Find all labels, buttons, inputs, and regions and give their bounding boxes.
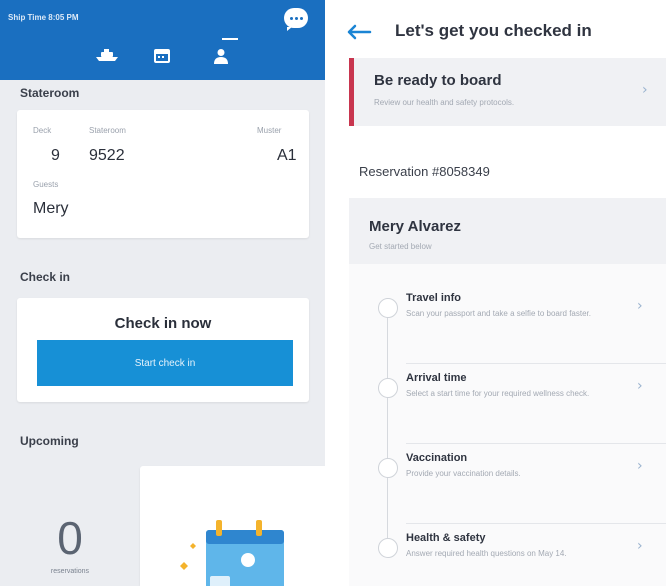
page-title: Let's get you checked in: [395, 21, 592, 40]
step-status-circle: [378, 458, 398, 478]
be-ready-to-board-card[interactable]: Be ready to board Review our health and …: [349, 58, 666, 126]
checkin-now-title: Check in now: [114, 315, 212, 332]
step-vaccination[interactable]: Vaccination Provide your vaccination det…: [349, 444, 666, 524]
step-description: Select a start time for your required we…: [406, 389, 590, 398]
guests-label: Guests: [33, 180, 59, 189]
reservation-count: 0: [57, 512, 83, 564]
calendar-illustration: [180, 520, 284, 586]
step-title: Health & safety: [406, 532, 486, 544]
guest-subtitle: Get started below: [369, 242, 432, 251]
chevron-right-icon: ›: [642, 82, 648, 98]
checkin-heading: Check in: [20, 270, 71, 284]
chevron-right-icon: ›: [637, 458, 643, 474]
reservation-number: Reservation #8058349: [359, 164, 490, 179]
ship-time: Ship Time 8:05 PM: [8, 13, 79, 22]
stateroom-label: Stateroom: [89, 126, 126, 135]
checkin-screen: Let's get you checked in Be ready to boa…: [340, 0, 666, 586]
step-description: Answer required health questions on May …: [406, 549, 567, 558]
guest-checkin-card: Mery Alvarez Get started below Travel in…: [349, 198, 666, 586]
back-arrow-icon[interactable]: [346, 24, 372, 40]
ship-icon[interactable]: [95, 48, 119, 62]
person-icon[interactable]: [213, 48, 229, 65]
chevron-right-icon: ›: [637, 538, 643, 554]
guests-value: Mery: [33, 200, 69, 217]
board-card-title: Be ready to board: [374, 72, 502, 89]
muster-value: A1: [277, 147, 297, 164]
stateroom-card: Deck 9 Stateroom 9522 Muster A1 Guests M…: [17, 110, 309, 238]
deck-label: Deck: [33, 126, 52, 135]
stateroom-heading: Stateroom: [20, 86, 80, 100]
step-description: Scan your passport and take a selfie to …: [406, 309, 591, 318]
top-nav-bar: Ship Time 8:05 PM: [0, 0, 325, 80]
step-status-circle: [378, 298, 398, 318]
reservations-count-card[interactable]: 0 reservations: [0, 466, 128, 586]
stateroom-value: 9522: [89, 147, 125, 164]
step-health-safety[interactable]: Health & safety Answer required health q…: [349, 524, 666, 586]
step-title: Arrival time: [406, 372, 467, 384]
step-travel-info[interactable]: Travel info Scan your passport and take …: [349, 284, 666, 364]
chevron-right-icon: ›: [637, 298, 643, 314]
upcoming-heading: Upcoming: [20, 434, 79, 448]
start-checkin-button[interactable]: Start check in: [37, 340, 293, 386]
chevron-right-icon: ›: [637, 378, 643, 394]
chat-icon[interactable]: [284, 8, 308, 31]
step-title: Vaccination: [406, 452, 468, 464]
calendar-icon[interactable]: [154, 48, 170, 63]
step-description: Provide your vaccination details.: [406, 469, 521, 478]
guest-name: Mery Alvarez: [369, 218, 461, 235]
step-status-circle: [378, 538, 398, 558]
muster-label: Muster: [257, 126, 282, 135]
home-screen: Ship Time 8:05 PM Stateroom Deck 9 State…: [0, 0, 325, 586]
deck-value: 9: [51, 147, 60, 164]
reservation-count-label: reservations: [50, 568, 90, 575]
active-tab-indicator: [222, 38, 238, 40]
step-title: Travel info: [406, 292, 462, 304]
promo-card[interactable]: [140, 466, 325, 586]
step-status-circle: [378, 378, 398, 398]
board-card-subtitle: Review our health and safety protocols.: [374, 98, 515, 107]
guest-header: Mery Alvarez Get started below: [349, 198, 666, 264]
step-arrival-time[interactable]: Arrival time Select a start time for you…: [349, 364, 666, 444]
checkin-card: Check in now Start check in: [17, 298, 309, 402]
